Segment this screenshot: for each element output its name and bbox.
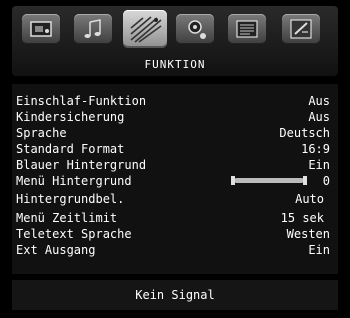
menu-item-menu-background[interactable]: Menü Hintergrund 0 [16,174,330,188]
menu-item-label: Menü Hintergrund [16,174,132,188]
menu-item-value: Aus [308,110,330,124]
install-icon [290,19,312,39]
teletext-icon [236,20,258,38]
slider-left-cap [231,176,235,185]
menu-item-label: Ext Ausgang [16,243,96,257]
menu-item-blue-background[interactable]: Blauer Hintergrund Ein [16,158,330,172]
menu-item-label: Hintergrundbel. [16,192,125,206]
tab-function[interactable] [123,10,167,48]
menu-item-value: 0 [322,174,330,188]
tab-teletext[interactable] [228,14,266,44]
menu-item-label: Menü Zeitlimit [16,211,118,225]
section-title: FUNKTION [144,58,206,71]
menu-item-label: Kindersicherung [16,110,125,124]
menu-item-value: Aus [308,94,330,108]
menu-item-label: Standard Format [16,142,125,156]
menu-item-label: Sprache [16,126,67,140]
picture-icon [30,21,52,37]
menu-item-menu-timeout[interactable]: Menü Zeitlimit 15 sek [16,211,330,225]
tab-sound[interactable] [74,14,112,44]
menu-item-label: Teletext Sprache [16,227,132,241]
menu-item-value: Ein [308,158,330,172]
setup-icon [188,20,206,39]
menu-item-value: 15 sek [280,211,324,225]
menu-item-ext-output[interactable]: Ext Ausgang Ein [16,243,330,257]
menu-item-sleep-timer[interactable]: Einschlaf-Funktion Aus [16,94,330,108]
menu-item-backlight[interactable]: Hintergrundbel. Auto [16,192,330,206]
tab-picture[interactable] [22,14,60,44]
menu-item-language[interactable]: Sprache Deutsch [16,126,330,140]
sound-icon [84,19,101,38]
menu-item-label: Blauer Hintergrund [16,158,147,172]
menu-item-value: 16:9 [301,142,330,156]
menu-tab-bar: FUNKTION [12,6,338,76]
tab-setup[interactable] [176,14,214,44]
menu-item-value: Ein [308,243,330,257]
function-icon [130,16,162,43]
tv-osd-menu: FUNKTION Einschlaf-Funktion Aus Kindersi… [0,0,350,318]
menu-item-value: Auto [295,192,324,206]
menu-item-child-lock[interactable]: Kindersicherung Aus [16,110,330,124]
signal-status: Kein Signal [135,288,215,302]
menu-background-slider[interactable] [231,176,307,185]
tab-install[interactable] [282,14,320,44]
menu-item-value: Deutsch [279,126,330,140]
menu-item-default-format[interactable]: Standard Format 16:9 [16,142,330,156]
menu-item-value: Westen [286,227,330,241]
menu-item-label: Einschlaf-Funktion [16,94,147,108]
menu-item-teletext-language[interactable]: Teletext Sprache Westen [16,227,330,241]
slider-right-cap [303,176,307,185]
status-bar: Kein Signal [12,280,338,310]
